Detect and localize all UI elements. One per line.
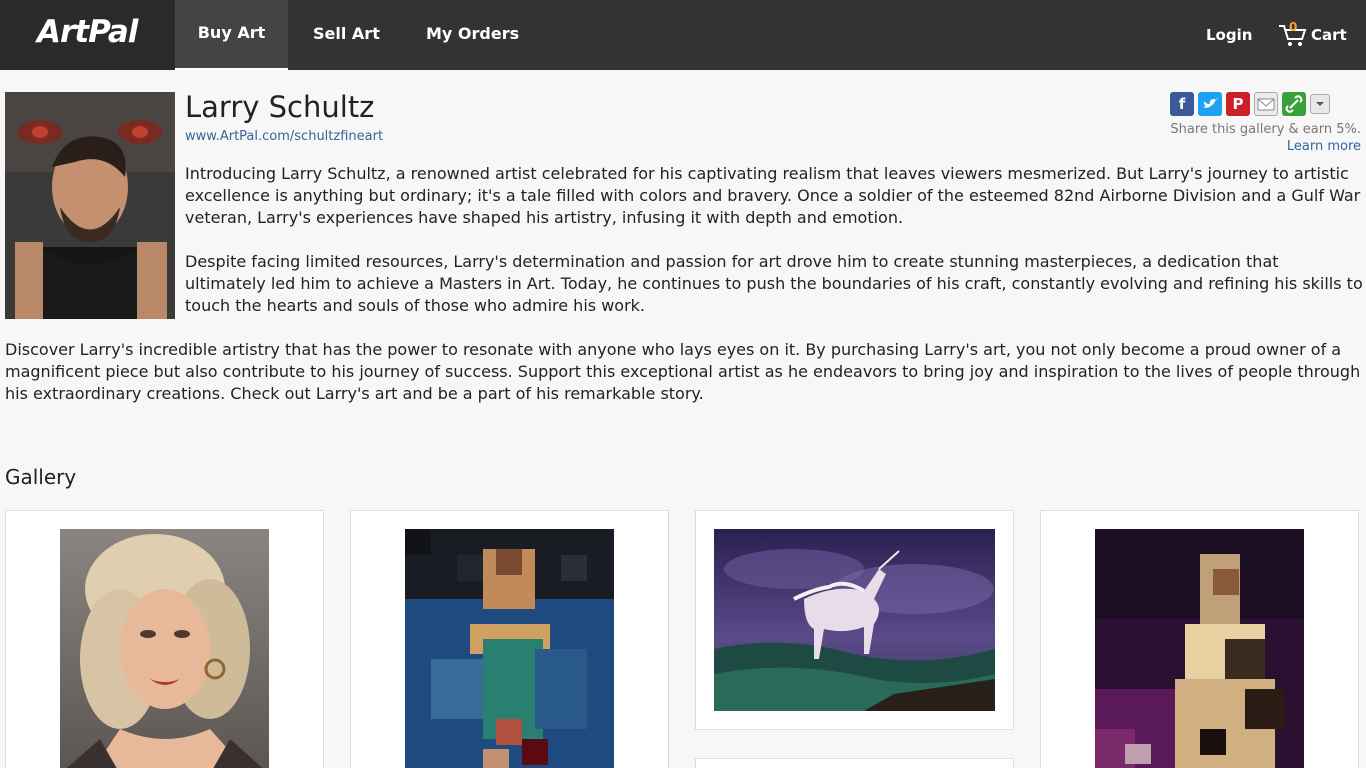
login-link[interactable]: Login: [1206, 0, 1252, 70]
facebook-icon[interactable]: f: [1170, 92, 1194, 116]
logo-link[interactable]: ArtPal: [0, 0, 175, 70]
nav-buy-art[interactable]: Buy Art: [175, 0, 288, 70]
nav-sell-art[interactable]: Sell Art: [313, 0, 380, 70]
artwork-image[interactable]: [714, 529, 995, 711]
artist-avatar: [5, 92, 175, 319]
top-navigation-bar: ArtPal Buy Art Sell Art My Orders Login …: [0, 0, 1366, 70]
learn-more-link[interactable]: Learn more: [1287, 139, 1361, 154]
share-buttons: f P: [1170, 92, 1330, 116]
artist-gallery-url[interactable]: www.ArtPal.com/schultzfineart: [185, 129, 383, 144]
twitter-icon[interactable]: [1198, 92, 1222, 116]
gallery-heading: Gallery: [5, 465, 77, 489]
artwork-card[interactable]: [695, 510, 1014, 730]
artpal-logo: ArtPal: [37, 14, 138, 50]
artwork-image[interactable]: [60, 529, 269, 768]
nav-my-orders[interactable]: My Orders: [426, 0, 519, 70]
cart-count-badge: 0: [1289, 20, 1298, 34]
artwork-card[interactable]: [350, 510, 669, 768]
artwork-card[interactable]: [5, 510, 324, 768]
artist-name: Larry Schultz: [185, 90, 375, 124]
artwork-card[interactable]: [1040, 510, 1359, 768]
cart-link[interactable]: Cart: [1311, 0, 1347, 70]
artwork-image[interactable]: [405, 529, 614, 768]
email-icon[interactable]: [1254, 92, 1278, 116]
artist-bio: Introducing Larry Schultz, a renowned ar…: [185, 163, 1363, 317]
chevron-down-icon[interactable]: [1310, 94, 1330, 114]
artwork-image[interactable]: [1095, 529, 1304, 768]
bio-paragraph: Introducing Larry Schultz, a renowned ar…: [185, 164, 1361, 227]
link-icon[interactable]: [1282, 92, 1306, 116]
bio-paragraph: Despite facing limited resources, Larry'…: [185, 252, 1363, 315]
artwork-card[interactable]: [695, 758, 1014, 768]
pinterest-icon[interactable]: P: [1226, 92, 1250, 116]
bio-paragraph: Discover Larry's incredible artistry tha…: [5, 340, 1361, 403]
share-earn-text: Share this gallery & earn 5%.: [1170, 122, 1361, 137]
